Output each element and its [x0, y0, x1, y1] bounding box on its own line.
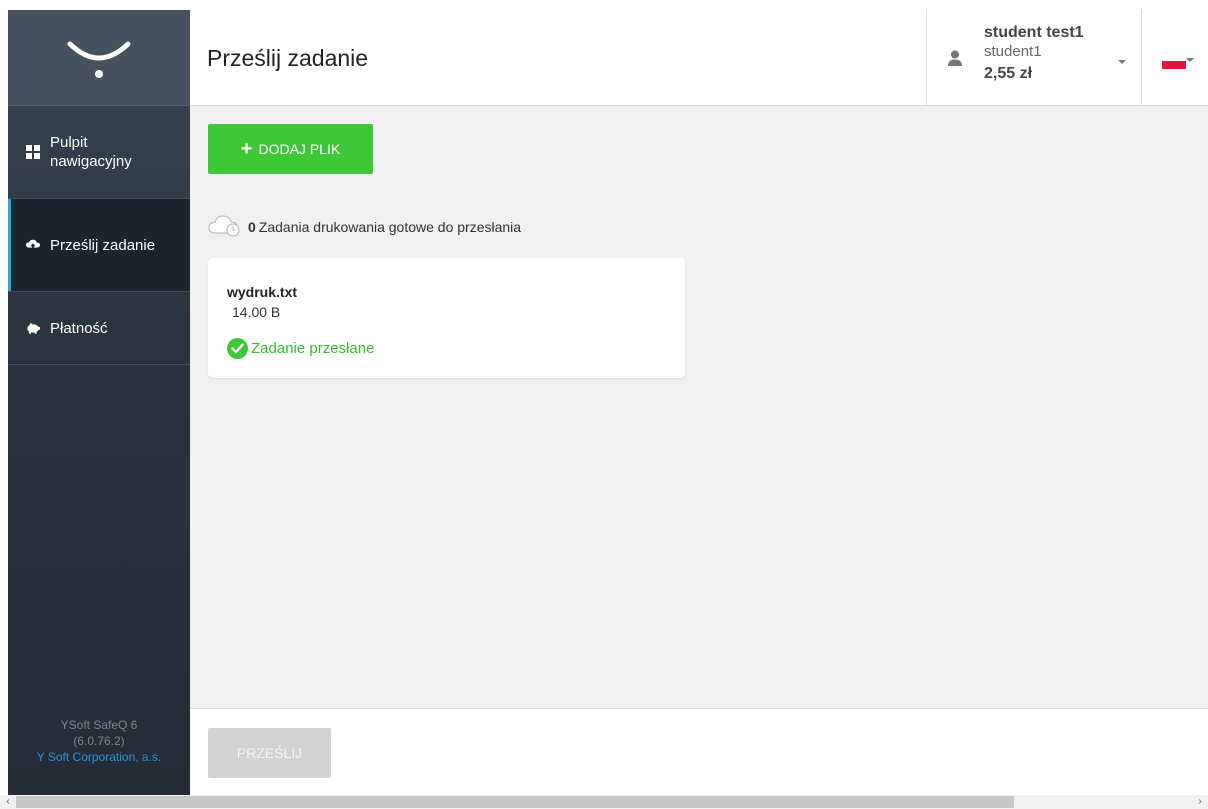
sidebar-item-dashboard[interactable]: Pulpit nawigacyjny [8, 106, 190, 199]
file-card: wydruk.txt 14.00 B Zadanie przesłane [208, 258, 685, 378]
scroll-left-icon[interactable]: ‹ [0, 795, 16, 809]
add-file-button[interactable]: + DODAJ PLIK [208, 124, 373, 174]
user-credit: 2,55 zł [984, 65, 1033, 82]
sidebar-item-submit-job[interactable]: Prześlij zadanie [8, 199, 190, 292]
file-status: Zadanie przesłane [227, 338, 374, 359]
dashboard-grid-icon [26, 145, 40, 159]
file-size: 14.00 B [232, 304, 281, 320]
print-queue-status: 0 Zadania drukowania gotowe do przesłani… [208, 212, 521, 241]
sidebar-item-label: Pulpit nawigacyjny [50, 134, 132, 170]
sidebar-item-payment[interactable]: Płatność [8, 292, 190, 365]
plus-icon: + [240, 138, 253, 160]
check-circle-icon [227, 338, 248, 359]
chevron-down-icon [1186, 58, 1194, 62]
sidebar-item-label: Płatność [50, 319, 108, 337]
scrollbar-thumb[interactable] [16, 796, 1014, 808]
submit-button[interactable]: PRZEŚLIJ [208, 728, 331, 778]
add-file-label: DODAJ PLIK [258, 141, 341, 157]
app-root: Pulpit nawigacyjny Prześlij zadanie Płat… [0, 0, 1208, 795]
app-logo[interactable] [8, 10, 190, 106]
cloud-clock-icon [208, 212, 244, 241]
user-icon [947, 50, 963, 71]
action-footer: PRZEŚLIJ [190, 708, 1208, 795]
page-title: Prześlij zadanie [207, 45, 369, 71]
chevron-down-icon [1118, 60, 1126, 64]
piggy-bank-icon [26, 321, 40, 335]
file-status-text: Zadanie przesłane [251, 340, 375, 357]
sidebar-footer: YSoft SafeQ 6 (6.0.76.2) Y Soft Corporat… [8, 717, 190, 765]
queue-count: 0 [248, 218, 256, 235]
scroll-right-icon[interactable]: › [1192, 795, 1208, 809]
polish-flag-icon [1162, 57, 1186, 69]
sidebar: Pulpit nawigacyjny Prześlij zadanie Płat… [8, 10, 190, 795]
sidebar-item-label: Prześlij zadanie [50, 236, 156, 254]
user-display-name: student test1 [984, 24, 1084, 41]
file-name: wydruk.txt [227, 284, 298, 300]
user-login: student1 [984, 43, 1042, 60]
product-name: YSoft SafeQ 6 [60, 718, 138, 732]
user-menu[interactable]: student test1 student1 2,55 zł [926, 10, 1142, 106]
cloud-upload-icon [26, 238, 40, 252]
top-header: Prześlij zadanie student test1 student1 … [190, 10, 1208, 106]
main-content: + DODAJ PLIK 0 Zadania drukowania gotowe… [190, 106, 1208, 708]
queue-text: Zadania drukowania gotowe do przesłania [258, 218, 522, 235]
horizontal-scrollbar[interactable]: ‹ › [0, 795, 1208, 809]
ysoft-logo-icon [67, 41, 131, 78]
product-version: (6.0.76.2) [73, 734, 125, 748]
language-selector[interactable] [1142, 10, 1208, 106]
company-link[interactable]: Y Soft Corporation, a.s. [8, 749, 190, 765]
